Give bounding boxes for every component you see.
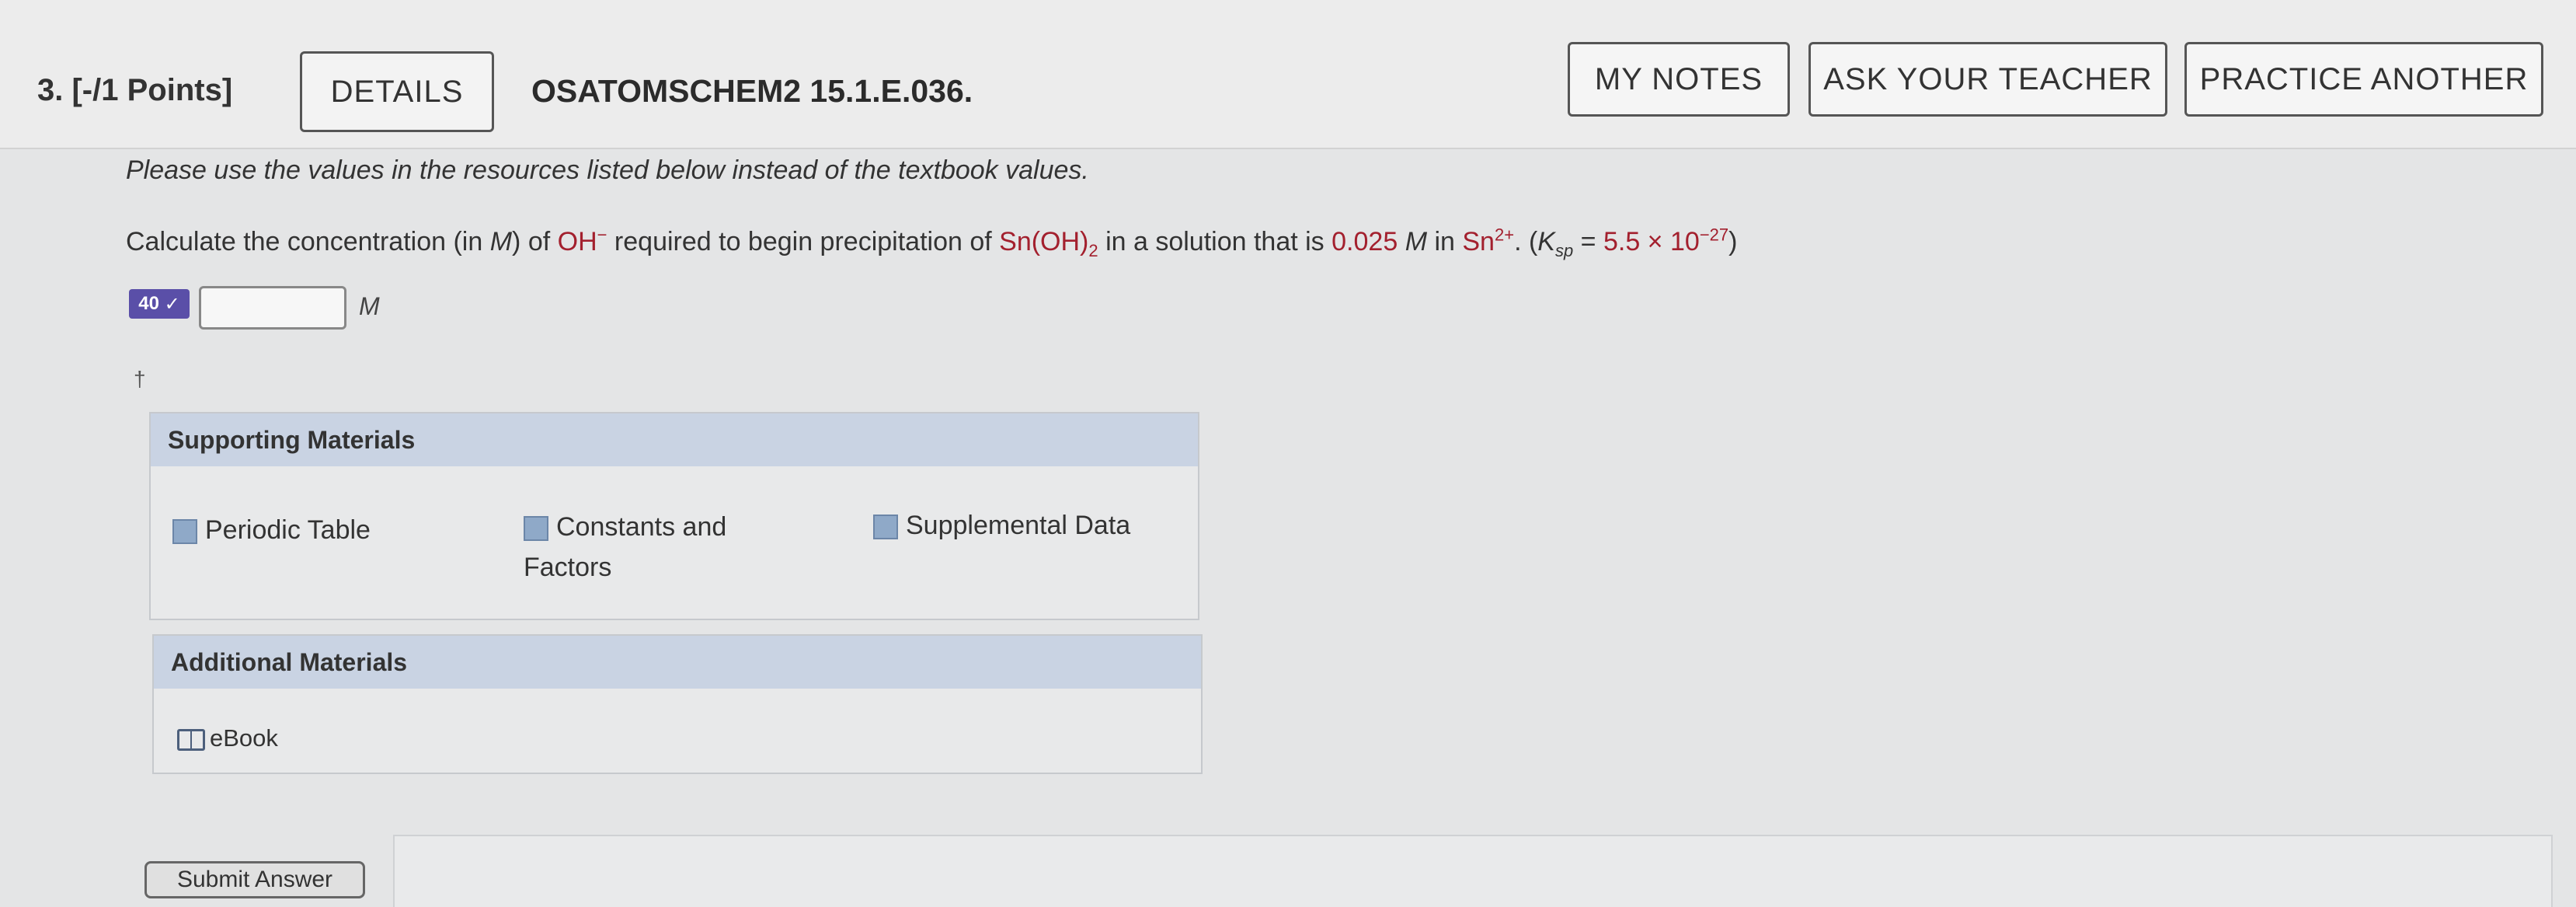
book-icon	[177, 728, 205, 751]
tin-hydroxide: Sn(OH)2	[999, 227, 1098, 260]
check-icon: ✓	[164, 293, 180, 315]
additional-materials-panel: Additional Materials	[152, 634, 1203, 774]
prompt-text: in a solution that is	[1098, 227, 1332, 256]
ksp-symbol: Ksp	[1537, 227, 1574, 260]
prompt-text: . (	[1514, 227, 1538, 256]
prompt-text: in	[1427, 227, 1463, 256]
submit-answer-button[interactable]: Submit Answer	[144, 861, 365, 898]
details-button[interactable]: DETAILS	[300, 51, 494, 132]
submit-area-panel	[393, 835, 2553, 907]
ebook-link[interactable]: eBook	[177, 718, 278, 759]
constants-and-factors-link[interactable]: Constants and Factors	[524, 507, 788, 588]
ksp-value: 5.5 × 10−27	[1603, 225, 1729, 256]
prompt-unit: M	[489, 227, 513, 256]
instruction-text: Please use the values in the resources l…	[126, 155, 1089, 185]
practice-another-button[interactable]: PRACTICE ANOTHER	[2184, 42, 2543, 117]
document-icon	[873, 515, 898, 540]
document-icon	[524, 516, 548, 542]
prompt-text: )	[1728, 227, 1738, 256]
ask-your-teacher-button[interactable]: ASK YOUR TEACHER	[1808, 42, 2167, 117]
prompt-text: Calculate the concentration (in	[126, 227, 490, 256]
hydroxide-ion: OH−	[557, 225, 607, 256]
periodic-table-link[interactable]: Periodic Table	[172, 510, 371, 550]
question-prompt: Calculate the concentration (in M) of OH…	[126, 225, 1738, 260]
additional-materials-title: Additional Materials	[154, 636, 1201, 689]
answer-input[interactable]	[199, 286, 346, 330]
tin-cation: Sn2+	[1462, 225, 1515, 256]
question-header: 3. [-/1 Points] DETAILS OSATOMSCHEM2 15.…	[0, 0, 2576, 149]
answer-status-badge: 40 ✓	[129, 289, 190, 319]
supplemental-data-link[interactable]: Supplemental Data	[873, 505, 1130, 546]
prompt-text: ) of	[512, 227, 558, 256]
answer-unit: M	[359, 292, 380, 320]
dagger-mark: †	[134, 367, 146, 391]
question-number-points: 3. [-/1 Points]	[37, 73, 233, 107]
prompt-text: =	[1573, 227, 1603, 256]
my-notes-button[interactable]: MY NOTES	[1568, 42, 1790, 117]
document-icon	[172, 519, 197, 545]
assignment-id: OSATOMSCHEM2 15.1.E.036.	[531, 73, 973, 109]
supporting-materials-title: Supporting Materials	[151, 413, 1198, 466]
concentration-unit: M	[1405, 227, 1428, 256]
prompt-text: required to begin precipitation of	[607, 227, 1000, 256]
concentration-value: 0.025	[1332, 227, 1398, 256]
